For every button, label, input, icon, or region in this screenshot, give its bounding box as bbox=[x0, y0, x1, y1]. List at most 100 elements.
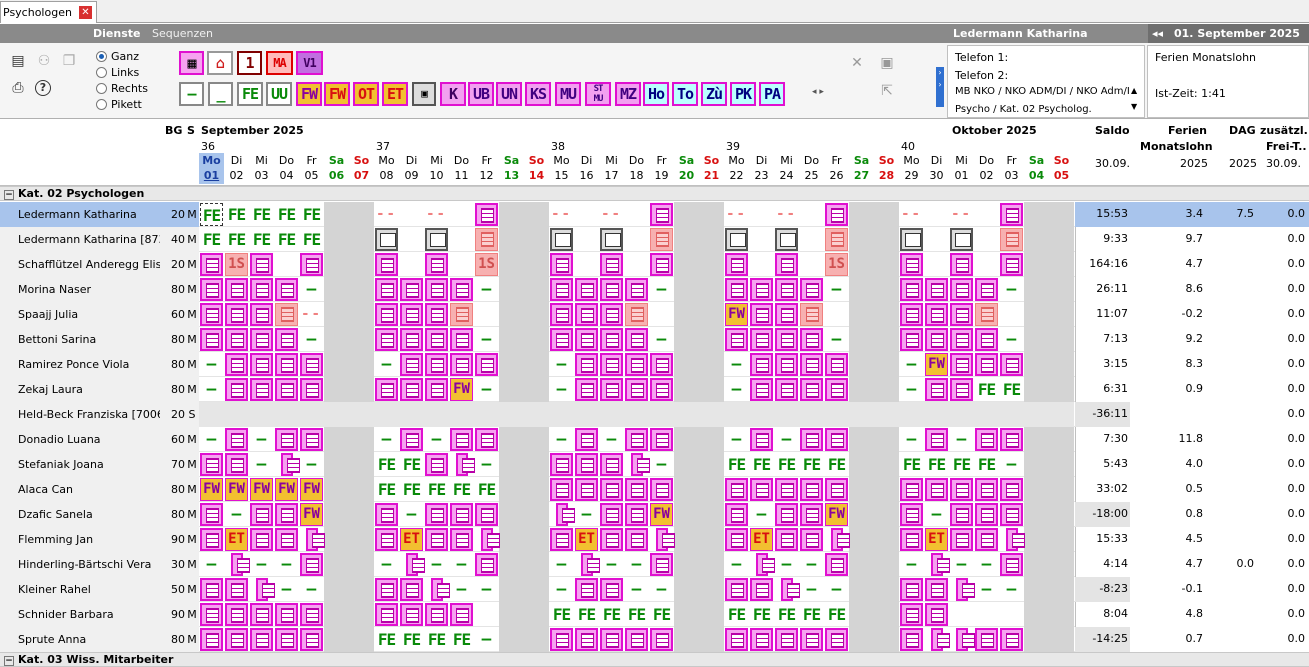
pending-cell[interactable]: 1S bbox=[825, 253, 848, 276]
shift-cell[interactable] bbox=[900, 528, 923, 551]
shift-button-5[interactable]: ET bbox=[382, 82, 408, 106]
shift-cell[interactable] bbox=[800, 528, 823, 551]
employee-name[interactable]: Zekaj Laura bbox=[18, 383, 160, 396]
free-cell[interactable]: – bbox=[775, 428, 798, 451]
free-cell[interactable]: – bbox=[200, 553, 223, 576]
help-icon[interactable]: ? bbox=[35, 80, 51, 96]
half-shift-cell[interactable] bbox=[631, 453, 650, 476]
free-cell[interactable]: – bbox=[1000, 453, 1023, 476]
vacation-cell[interactable]: FE bbox=[375, 478, 398, 501]
vacation-cell[interactable]: FE bbox=[200, 228, 223, 251]
shift-cell[interactable] bbox=[425, 253, 448, 276]
shift-cell[interactable] bbox=[950, 278, 973, 301]
shift-cell[interactable] bbox=[775, 353, 798, 376]
free-cell[interactable]: – bbox=[625, 578, 648, 601]
free-cell[interactable]: – bbox=[300, 578, 323, 601]
shift-cell[interactable] bbox=[200, 328, 223, 351]
shift-cell[interactable] bbox=[400, 428, 423, 451]
shift-cell[interactable] bbox=[300, 553, 323, 576]
table-row[interactable]: Ledermann Katharina [8730640MFEFEFEFEFE9… bbox=[0, 227, 1309, 252]
vacation-cell[interactable]: FE bbox=[975, 453, 998, 476]
shift-cell[interactable] bbox=[900, 328, 923, 351]
vacation-cell[interactable]: FE bbox=[800, 603, 823, 626]
shift-cell[interactable] bbox=[425, 528, 448, 551]
shift-cell[interactable] bbox=[775, 328, 798, 351]
shift-cell[interactable] bbox=[600, 503, 623, 526]
planned-cell[interactable]: -- bbox=[900, 203, 923, 226]
free-cell[interactable]: – bbox=[475, 278, 498, 301]
fw-cell[interactable]: FW bbox=[725, 303, 748, 326]
shift-cell[interactable] bbox=[300, 428, 323, 451]
shift-cell[interactable] bbox=[375, 578, 398, 601]
employee-name[interactable]: Morina Naser bbox=[18, 283, 160, 296]
shift-cell[interactable] bbox=[975, 628, 998, 651]
shift-cell[interactable] bbox=[300, 353, 323, 376]
vacation-cell[interactable]: FE bbox=[300, 203, 323, 226]
shift-cell[interactable] bbox=[725, 328, 748, 351]
vacation-cell[interactable]: FE bbox=[725, 603, 748, 626]
vacation-cell[interactable]: FE bbox=[275, 228, 298, 251]
shift-cell[interactable] bbox=[975, 353, 998, 376]
vacation-cell[interactable]: FE bbox=[400, 453, 423, 476]
shift-cell[interactable] bbox=[925, 328, 948, 351]
vacation-cell[interactable]: FE bbox=[400, 478, 423, 501]
shift-cell[interactable] bbox=[425, 503, 448, 526]
vacation-cell[interactable]: FE bbox=[250, 228, 273, 251]
shift-cell[interactable] bbox=[400, 378, 423, 401]
shift-cell[interactable] bbox=[650, 253, 673, 276]
shift-cell[interactable] bbox=[600, 303, 623, 326]
shift-cell[interactable] bbox=[300, 628, 323, 651]
shift-cell[interactable] bbox=[400, 603, 423, 626]
v1-shift-button[interactable]: V1 bbox=[296, 51, 323, 75]
shift-cell[interactable] bbox=[1000, 253, 1023, 276]
vacation-cell[interactable]: FE bbox=[300, 228, 323, 251]
shift-cell[interactable] bbox=[600, 353, 623, 376]
shift-cell[interactable] bbox=[400, 303, 423, 326]
shift-cell[interactable] bbox=[250, 278, 273, 301]
planned-cell[interactable]: -- bbox=[425, 203, 448, 226]
free-cell[interactable]: – bbox=[475, 453, 498, 476]
shift-cell[interactable] bbox=[250, 253, 273, 276]
free-cell[interactable]: – bbox=[550, 353, 573, 376]
shift-cell[interactable] bbox=[600, 253, 623, 276]
shift-cell[interactable] bbox=[950, 478, 973, 501]
pending-cell[interactable] bbox=[975, 303, 998, 326]
shift-cell[interactable] bbox=[950, 378, 973, 401]
employee-name[interactable]: Schnider Barbara bbox=[18, 608, 160, 621]
table-row[interactable]: Ledermann Katharina 20 M FE FE FE FE FE -- -- -- --… bbox=[0, 202, 1309, 227]
vacation-cell[interactable]: FE bbox=[375, 628, 398, 651]
dienste-tab[interactable]: Dienste bbox=[93, 27, 140, 40]
free-cell[interactable]: – bbox=[625, 553, 648, 576]
free-cell[interactable]: – bbox=[475, 378, 498, 401]
shift-cell[interactable] bbox=[575, 478, 598, 501]
half-shift-cell[interactable] bbox=[931, 628, 950, 651]
shift-cell[interactable] bbox=[275, 628, 298, 651]
shift-cell[interactable] bbox=[550, 303, 573, 326]
vacation-cell[interactable]: FE bbox=[650, 603, 673, 626]
shift-cell[interactable] bbox=[950, 353, 973, 376]
shift-cell[interactable] bbox=[650, 478, 673, 501]
free-cell[interactable]: – bbox=[975, 553, 998, 576]
vacation-cell[interactable]: FE bbox=[375, 453, 398, 476]
free-cell[interactable]: – bbox=[375, 553, 398, 576]
half-shift-cell[interactable] bbox=[756, 553, 775, 576]
radio-ganz[interactable]: Ganz bbox=[96, 49, 139, 64]
tab-psychologen[interactable]: Psychologen ✕ bbox=[0, 1, 97, 23]
shift-cell[interactable] bbox=[1000, 478, 1023, 501]
vacation-cell[interactable]: FE bbox=[625, 603, 648, 626]
shift-cell[interactable] bbox=[950, 253, 973, 276]
shift-cell[interactable] bbox=[600, 578, 623, 601]
shift-cell[interactable] bbox=[800, 278, 823, 301]
vacation-cell[interactable]: FE bbox=[825, 453, 848, 476]
shift-cell[interactable] bbox=[250, 353, 273, 376]
scroll-up-icon[interactable]: ▲ bbox=[1131, 86, 1137, 95]
employee-name[interactable]: Dzafic Sanela bbox=[18, 508, 160, 521]
shift-cell[interactable] bbox=[225, 278, 248, 301]
employee-name[interactable]: Sprute Anna bbox=[18, 633, 160, 646]
shift-cell[interactable] bbox=[375, 278, 398, 301]
shift-cell[interactable] bbox=[200, 278, 223, 301]
free-cell[interactable]: – bbox=[650, 578, 673, 601]
free-cell[interactable]: – bbox=[475, 578, 498, 601]
shift-cell[interactable] bbox=[750, 303, 773, 326]
free-cell[interactable]: – bbox=[725, 353, 748, 376]
